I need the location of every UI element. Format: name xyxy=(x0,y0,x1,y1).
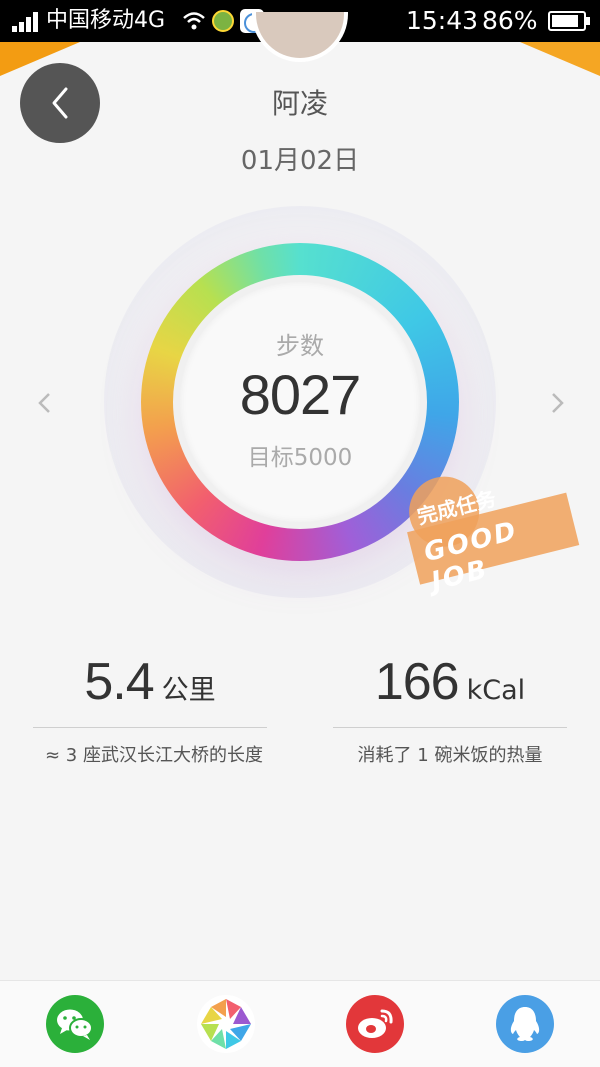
next-day-button[interactable] xyxy=(542,388,572,418)
share-weibo-button[interactable] xyxy=(346,995,404,1053)
battery-percent: 86% xyxy=(482,6,538,35)
share-bar xyxy=(0,980,600,1067)
distance-stat: 5.4 公里 ≈ 3 座武汉长江大桥的长度 xyxy=(33,652,267,768)
calories-unit: kCal xyxy=(466,675,526,706)
calories-description: 消耗了 1 碗米饭的热量 xyxy=(357,745,543,766)
steps-goal: 目标5000 xyxy=(247,445,353,471)
qq-icon xyxy=(510,1007,540,1041)
user-name: 阿凌 xyxy=(271,87,328,120)
calories-value-row: 166 kCal xyxy=(333,652,567,728)
clock: 15:43 xyxy=(406,6,479,35)
previous-day-button[interactable] xyxy=(30,388,60,418)
signal-icon xyxy=(12,12,40,32)
wifi-icon xyxy=(183,12,205,30)
weibo-icon xyxy=(358,1009,393,1038)
carrier-name: 中国移动4G xyxy=(46,8,166,33)
moments-icon xyxy=(201,999,251,1049)
battery-icon xyxy=(548,11,590,31)
app-notification-icon xyxy=(212,10,234,32)
distance-unit: 公里 xyxy=(161,675,216,706)
steps-count: 8027 xyxy=(239,363,362,426)
distance-description: ≈ 3 座武汉长江大桥的长度 xyxy=(45,745,263,766)
share-wechat-button[interactable] xyxy=(46,995,104,1053)
avatar[interactable] xyxy=(252,12,348,62)
share-moments-button[interactable] xyxy=(197,995,255,1053)
distance-value: 5.4 xyxy=(84,653,154,711)
distance-value-row: 5.4 公里 xyxy=(33,652,267,728)
calories-value: 166 xyxy=(374,653,460,711)
wechat-icon xyxy=(57,1009,93,1040)
date-label: 01月02日 xyxy=(240,146,360,176)
decorative-corner xyxy=(520,42,600,76)
share-qq-button[interactable] xyxy=(496,995,554,1053)
calories-stat: 166 kCal 消耗了 1 碗米饭的热量 xyxy=(333,652,567,768)
steps-label: 步数 xyxy=(276,332,324,360)
